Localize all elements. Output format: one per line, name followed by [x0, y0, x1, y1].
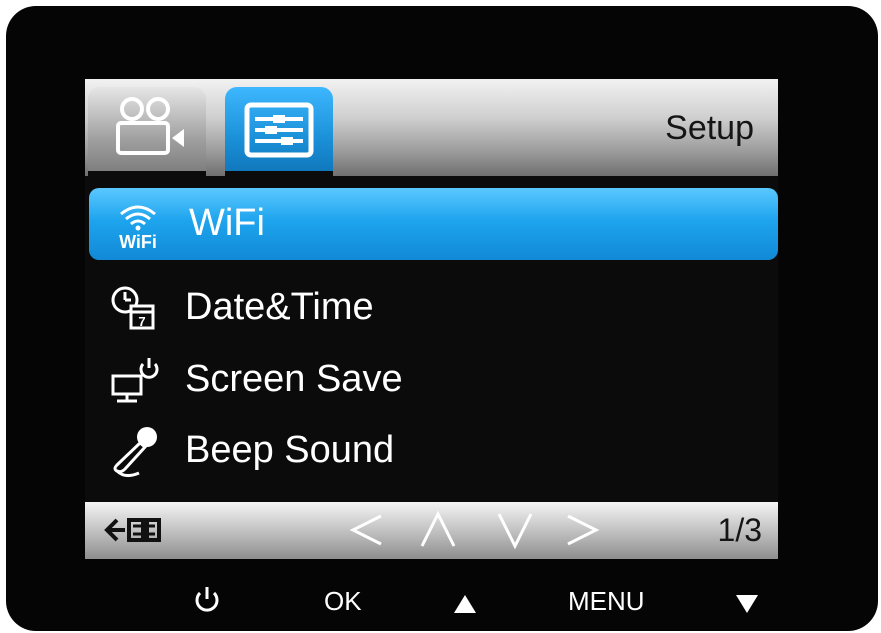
nav-down-icon[interactable]: [495, 510, 535, 550]
bottom-bar: 1/3: [85, 502, 778, 559]
svg-text:WiFi: WiFi: [119, 232, 157, 252]
header: Setup: [85, 79, 778, 177]
clock-calendar-icon: 7: [111, 286, 155, 330]
menu-item-label: Beep Sound: [185, 429, 395, 471]
back-icon[interactable]: [103, 514, 167, 546]
settings-list-icon: [244, 102, 314, 158]
power-icon[interactable]: [192, 584, 222, 614]
wifi-icon: WiFi: [119, 205, 157, 252]
menu-item-date-time[interactable]: 7 Date&Time: [85, 272, 778, 344]
menu-item-label: WiFi: [189, 202, 265, 244]
tab-video[interactable]: [88, 87, 206, 177]
video-camera-icon: [116, 97, 184, 155]
up-triangle-icon[interactable]: [454, 595, 476, 613]
menu-button[interactable]: MENU: [568, 586, 645, 617]
menu-item-beep-sound[interactable]: Beep Sound: [85, 415, 778, 487]
page-indicator: 1/3: [717, 512, 762, 548]
microphone-icon: [113, 427, 157, 478]
dashcam-device: Setup WiFi WiFi 7 Date&Time Screen Save …: [6, 6, 878, 631]
nav-right-icon[interactable]: [562, 510, 602, 550]
menu-item-wifi[interactable]: WiFi WiFi: [89, 188, 778, 260]
page-title: Setup: [665, 109, 754, 147]
monitor-power-icon: [111, 358, 159, 403]
down-triangle-icon[interactable]: [736, 595, 758, 613]
menu-item-label: Date&Time: [185, 286, 374, 328]
menu-item-screen-save[interactable]: Screen Save: [85, 344, 778, 416]
nav-up-icon[interactable]: [418, 510, 458, 550]
nav-left-icon[interactable]: [347, 510, 387, 550]
svg-text:7: 7: [138, 314, 145, 329]
menu-item-label: Screen Save: [185, 358, 403, 400]
tab-setup[interactable]: [225, 87, 333, 177]
device-screen: Setup WiFi WiFi 7 Date&Time Screen Save …: [85, 79, 778, 559]
ok-button[interactable]: OK: [324, 586, 362, 617]
